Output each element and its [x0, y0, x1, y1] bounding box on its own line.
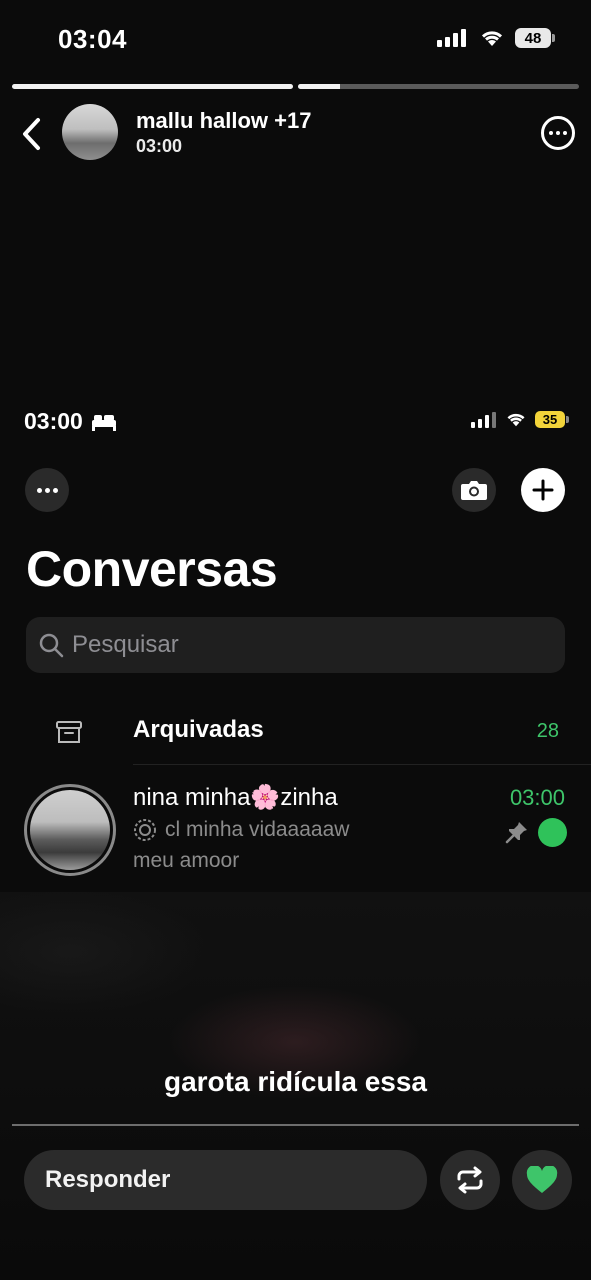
pin-icon — [505, 822, 527, 844]
chat-avatar[interactable] — [24, 784, 116, 876]
chats-more-button[interactable] — [25, 468, 69, 512]
view-once-icon — [134, 819, 156, 841]
archive-icon — [56, 721, 82, 743]
wifi-icon — [481, 31, 503, 46]
blossom-emoji-icon: 🌸 — [250, 784, 281, 811]
more-icon — [36, 487, 42, 493]
battery-indicator: 35 — [535, 411, 569, 428]
story-avatar[interactable] — [62, 104, 118, 160]
more-icon — [549, 131, 553, 135]
reply-placeholder: Responder — [45, 1166, 171, 1193]
like-button[interactable] — [512, 1150, 572, 1210]
archived-row[interactable] — [0, 700, 591, 764]
chat-preview: cl minha vidaaaaaw — [133, 818, 349, 842]
back-button[interactable] — [16, 114, 46, 154]
search-icon — [39, 633, 64, 658]
new-chat-button[interactable] — [521, 468, 565, 512]
camera-button[interactable] — [452, 468, 496, 512]
status-time: 03:04 — [58, 24, 127, 54]
sleep-bed-icon — [91, 414, 116, 431]
chat-preview-line2: meu amoor — [133, 849, 240, 872]
wifi-icon — [507, 413, 525, 427]
inner-status-indicators: 35 — [471, 411, 569, 428]
story-caption: garota ridícula essa — [163, 1066, 427, 1097]
heart-icon — [526, 1166, 558, 1193]
search-input[interactable]: Pesquisar — [26, 617, 565, 673]
unread-indicator — [538, 818, 567, 847]
camera-icon — [461, 481, 487, 500]
plus-icon — [532, 479, 554, 501]
caption-divider — [12, 1124, 579, 1126]
cellular-signal-icon — [471, 411, 496, 428]
page-title: Conversas — [26, 541, 278, 597]
archived-label: Arquivadas — [133, 716, 264, 743]
status-indicators: 48 — [437, 28, 555, 48]
story-more-button[interactable] — [541, 116, 575, 150]
reply-input[interactable]: Responder — [24, 1150, 427, 1210]
divider — [133, 764, 591, 765]
battery-indicator: 48 — [515, 28, 555, 48]
repost-button[interactable] — [440, 1150, 500, 1210]
cellular-signal-icon — [437, 29, 466, 47]
back-icon — [23, 118, 40, 150]
story-posted-time: 03:00 — [136, 136, 183, 156]
story-progress-2 — [298, 84, 579, 89]
story-username[interactable]: mallu hallow +17 — [136, 108, 311, 134]
inner-status-time: 03:00 — [24, 408, 117, 435]
chat-name: nina minha 🌸 zinha — [133, 783, 338, 812]
search-placeholder: Pesquisar — [72, 631, 179, 658]
archived-count: 28 — [536, 720, 559, 742]
repost-icon — [457, 1166, 483, 1194]
chat-time: 03:00 — [509, 785, 565, 810]
story-progress-1 — [12, 84, 293, 89]
